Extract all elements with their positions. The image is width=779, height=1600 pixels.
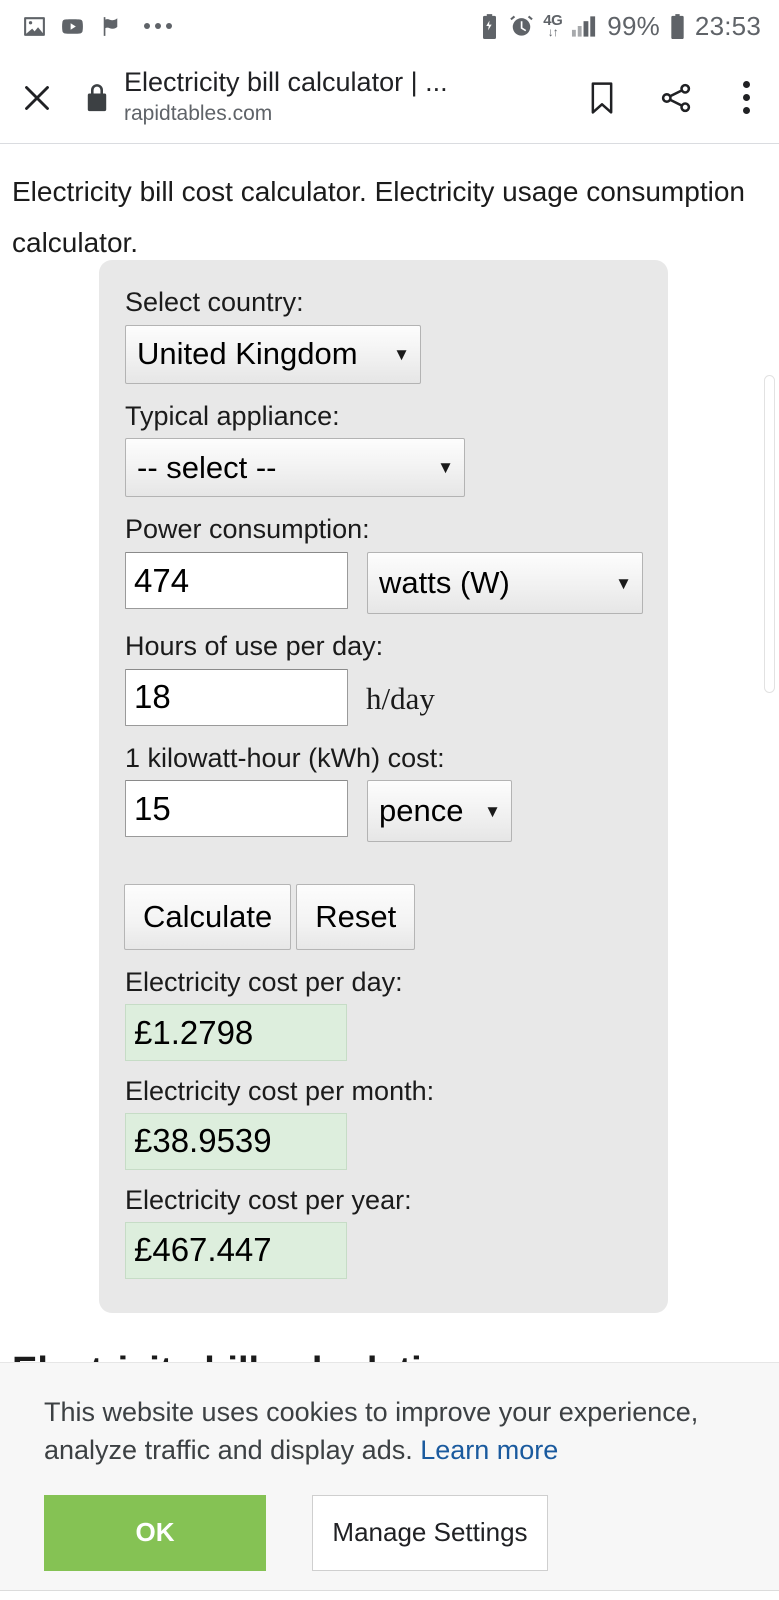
cookie-manage-settings-button[interactable]: Manage Settings xyxy=(312,1494,548,1571)
calculate-button[interactable]: Calculate xyxy=(124,884,292,951)
cost-per-day-label: Electricity cost per day: xyxy=(125,967,403,998)
power-label: Power consumption: xyxy=(125,514,370,545)
kwh-cost-row: 15 pence ▼ xyxy=(99,780,668,843)
cookie-ok-button[interactable]: OK xyxy=(44,1494,266,1571)
power-unit-select[interactable]: watts (W) ▼ xyxy=(367,552,643,615)
appliance-select[interactable]: -- select -- ▼ xyxy=(125,438,465,498)
intro-paragraph: Electricity bill cost calculator. Electr… xyxy=(12,176,745,258)
kwh-cost-label: 1 kilowatt-hour (kWh) cost: xyxy=(125,742,445,773)
hours-label: Hours of use per day: xyxy=(125,631,384,662)
youtube-icon xyxy=(62,18,83,34)
network-4g-icon: 4G ↓↑ xyxy=(543,11,563,40)
close-button[interactable] xyxy=(0,52,74,144)
kwh-cost-input[interactable]: 15 xyxy=(125,780,348,838)
learn-more-link[interactable]: Learn more xyxy=(420,1435,558,1465)
chevron-down-icon: ▼ xyxy=(393,344,410,364)
status-system-icons: 4G ↓↑ 99% 23:53 xyxy=(479,11,779,42)
country-label: Select country: xyxy=(125,287,304,317)
address-bar[interactable]: Electricity bill calculator | ... rapidt… xyxy=(120,67,565,127)
cost-unit-value: pence xyxy=(379,793,464,829)
battery-saver-icon xyxy=(483,14,497,39)
country-select[interactable]: United Kingdom ▼ xyxy=(125,324,421,384)
chevron-down-icon: ▼ xyxy=(437,458,454,478)
more-icon xyxy=(144,23,172,29)
android-status-bar: 4G ↓↑ 99% 23:53 xyxy=(0,0,779,52)
appliance-label: Typical appliance: xyxy=(125,400,340,431)
calculator-actions: Calculate Reset xyxy=(99,884,668,951)
battery-percent: 99% xyxy=(607,10,660,41)
page-scrollbar[interactable] xyxy=(764,375,775,693)
appliance-row: -- select -- ▼ xyxy=(99,438,668,515)
bookmark-icon xyxy=(591,81,613,114)
page-title: Electricity bill calculator | ... xyxy=(124,67,448,98)
share-button[interactable] xyxy=(639,52,713,144)
overflow-menu-button[interactable] xyxy=(713,52,779,144)
flag-icon xyxy=(103,16,118,36)
electricity-bill-calculator: Select country: United Kingdom ▼ Typical… xyxy=(99,260,668,1313)
cookie-consent-banner: This website uses cookies to improve you… xyxy=(0,1362,779,1590)
chevron-down-icon: ▼ xyxy=(484,801,501,821)
power-row: 474 watts (W) ▼ xyxy=(99,552,668,615)
status-clock: 23:53 xyxy=(694,10,761,41)
status-notification-icons xyxy=(0,14,172,39)
hours-input[interactable]: 18 xyxy=(125,668,348,726)
cookie-banner-message: This website uses cookies to improve you… xyxy=(44,1397,699,1466)
alarm-icon xyxy=(510,15,534,36)
page-host: rapidtables.com xyxy=(124,102,273,126)
browser-toolbar: Electricity bill calculator | ... rapidt… xyxy=(0,52,779,144)
close-icon xyxy=(25,85,49,110)
image-icon xyxy=(24,16,45,36)
battery-icon xyxy=(671,14,684,39)
reset-button[interactable]: Reset xyxy=(296,884,416,951)
share-icon xyxy=(661,83,691,112)
cost-per-month-value: £38.9539 xyxy=(125,1112,347,1170)
appliance-select-value: -- select -- xyxy=(137,449,277,485)
phone-screen: 4G ↓↑ 99% 23:53 Electricity bill calcula… xyxy=(0,0,779,1600)
cost-per-day-value: £1.2798 xyxy=(125,1004,347,1062)
hours-unit-label: h/day xyxy=(366,681,435,717)
system-navigation-bar xyxy=(0,1590,779,1600)
power-input[interactable]: 474 xyxy=(125,552,348,610)
signal-bars-icon xyxy=(572,16,596,37)
cookie-banner-text: This website uses cookies to improve you… xyxy=(44,1393,745,1470)
cost-unit-select[interactable]: pence ▼ xyxy=(367,780,512,843)
bookmark-button[interactable] xyxy=(565,52,639,144)
cost-per-month-label: Electricity cost per month: xyxy=(125,1076,435,1107)
site-security-button[interactable] xyxy=(74,52,120,144)
overflow-menu-icon xyxy=(742,81,750,114)
lock-icon xyxy=(87,83,107,111)
cost-per-year-label: Electricity cost per year: xyxy=(125,1184,412,1215)
cookie-banner-actions: OK Manage Settings xyxy=(44,1494,745,1571)
hours-row: 18 h/day xyxy=(99,668,668,726)
chevron-down-icon: ▼ xyxy=(615,573,632,593)
country-select-value: United Kingdom xyxy=(137,336,358,372)
power-unit-value: watts (W) xyxy=(379,565,510,601)
cost-per-year-value: £467.447 xyxy=(125,1221,347,1279)
country-row: United Kingdom ▼ xyxy=(99,324,668,402)
